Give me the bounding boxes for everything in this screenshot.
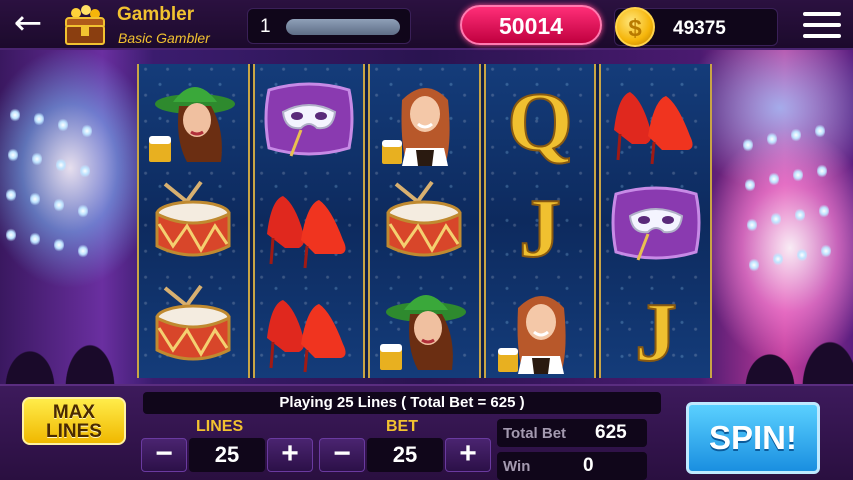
svg-text:Q: Q — [507, 76, 572, 166]
reel-2 — [252, 64, 366, 378]
player-rank: Basic Gambler — [118, 30, 210, 46]
bet-value: 25 — [367, 438, 443, 472]
reel-4: Q J — [483, 64, 597, 378]
svg-text:J: J — [519, 182, 561, 270]
hamburger-menu-icon[interactable] — [803, 10, 841, 40]
bet-controls-panel: MAX LINES Playing 25 Lines ( Total Bet =… — [0, 384, 853, 480]
symbol-letter-j: J — [601, 274, 710, 378]
credits-display: 50014 — [460, 5, 602, 45]
max-lines-button[interactable]: MAX LINES — [22, 397, 126, 445]
lines-plus-button[interactable]: + — [267, 438, 313, 472]
coin-value: 49375 — [673, 18, 726, 39]
total-bet-value: 625 — [595, 422, 627, 443]
bet-minus-button[interactable]: − — [319, 438, 365, 472]
symbol-red-heels — [601, 66, 710, 170]
treasure-chest-icon — [62, 4, 108, 46]
reel-5: J — [599, 64, 712, 378]
symbol-woman-beer — [370, 66, 479, 170]
player-name: Gambler — [117, 4, 195, 25]
bet-label: BET — [386, 418, 418, 435]
credits-value: 50014 — [499, 13, 563, 39]
max-lines-label-1: MAX — [52, 402, 96, 423]
symbol-mask-pillow — [255, 66, 364, 170]
top-bar: ← Gambler Basic Gambler 1 50014 $ 49375 — [0, 0, 853, 50]
lines-label: LINES — [196, 418, 244, 435]
symbol-mask-pillow — [601, 170, 710, 274]
dollar-coin-icon: $ — [615, 7, 655, 47]
win-value: 0 — [583, 455, 594, 476]
symbol-letter-j: J — [486, 170, 595, 274]
reel-1 — [137, 64, 250, 378]
total-bet-display: Total Bet 625 — [497, 419, 647, 447]
symbol-drum — [139, 170, 248, 274]
win-label: Win — [503, 458, 531, 475]
symbol-red-heels — [255, 274, 364, 378]
xp-bar — [286, 19, 400, 35]
symbol-drum — [370, 170, 479, 274]
coin-balance: $ 49375 — [614, 7, 778, 47]
symbol-drum — [139, 274, 248, 378]
lines-minus-button[interactable]: − — [141, 438, 187, 472]
max-lines-label-2: LINES — [46, 421, 102, 442]
symbol-red-heels — [255, 170, 364, 274]
spin-button[interactable]: SPIN! — [686, 402, 820, 474]
symbol-woman-green-hat — [139, 66, 248, 170]
total-bet-label: Total Bet — [503, 425, 567, 442]
reel-3 — [368, 64, 481, 378]
level-number: 1 — [260, 16, 271, 37]
slot-reels: Q J J — [137, 64, 712, 378]
back-arrow-icon[interactable]: ← — [8, 6, 48, 42]
win-display: Win 0 — [497, 452, 647, 480]
bet-plus-button[interactable]: + — [445, 438, 491, 472]
symbol-letter-q: Q — [486, 66, 595, 170]
symbol-woman-beer — [486, 274, 595, 378]
status-message: Playing 25 Lines ( Total Bet = 625 ) — [143, 392, 661, 414]
lines-value: 25 — [189, 438, 265, 472]
level-progress: 1 — [247, 8, 411, 44]
svg-text:J: J — [635, 286, 677, 374]
symbol-woman-green-hat — [370, 274, 479, 378]
